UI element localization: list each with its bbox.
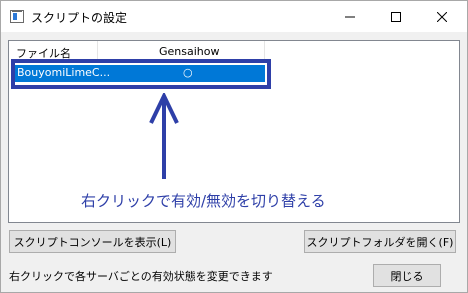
open-folder-button[interactable]: スクリプトフォルダを開く(F) <box>304 230 456 253</box>
minimize-button[interactable] <box>327 1 373 32</box>
maximize-button[interactable] <box>373 1 419 32</box>
close-button[interactable]: 閉じる <box>373 264 441 287</box>
highlight-box <box>11 59 271 89</box>
settings-window: スクリプトの設定 ファイル名 Gensaihow BouyomiLimeC...… <box>0 0 468 293</box>
close-icon <box>437 11 447 22</box>
maximize-icon <box>391 11 401 22</box>
status-text: 右クリックで各サーバごとの有効状態を変更できます <box>9 270 273 283</box>
show-console-button[interactable]: スクリプトコンソールを表示(L) <box>9 230 176 253</box>
column-header-server[interactable]: Gensaihow <box>159 45 220 58</box>
window-title: スクリプトの設定 <box>31 11 128 25</box>
app-icon <box>10 10 24 23</box>
annotation-text: 右クリックで有効/無効を切り替える <box>81 192 326 210</box>
minimize-icon <box>345 16 355 17</box>
close-window-button[interactable] <box>419 1 465 32</box>
title-bar[interactable]: スクリプトの設定 <box>1 1 467 32</box>
arrow-up-icon <box>149 93 179 179</box>
